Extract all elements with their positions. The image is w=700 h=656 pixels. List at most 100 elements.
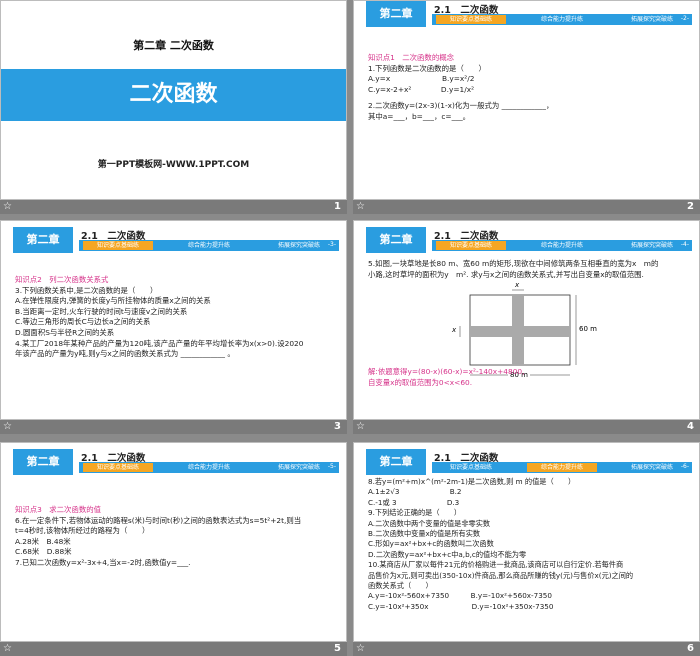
tab-bar: 知识要点基础练 综合能力提升练 拓展探究突破练: [79, 240, 339, 251]
option-line: A.28米 B.48米: [15, 536, 71, 546]
tab-extension[interactable]: 拓展探究突破练: [264, 463, 334, 472]
star-icon: ☆: [3, 643, 12, 654]
knowledge-heading: 知识点3 求二次函数的值: [15, 505, 102, 514]
question-line: 10.某商店从厂家以每件21元的价格购进一批商品,该商店可以自行定价.若每件商: [368, 560, 624, 570]
chapter-title: 第二章 二次函数: [133, 39, 214, 52]
slide-6[interactable]: 第二章 2.1 二次函数 知识要点基础练 综合能力提升练 拓展探究突破练 -6-…: [353, 442, 700, 642]
slide-header: 第二章 2.1 二次函数 知识要点基础练 综合能力提升练 拓展探究突破练 -5-: [1, 449, 346, 475]
option-line: A.y=x B.y=x²/2: [368, 74, 475, 84]
tab-extension[interactable]: 拓展探究突破练: [617, 15, 687, 24]
question-line: 其中a=___，b=___，c=___。: [368, 111, 471, 121]
slide-number: 3: [334, 421, 341, 432]
slide-content: 5.如图,一块草地是长80 m、宽60 m的矩形,现欲在中间修筑两条互相垂直的宽…: [368, 259, 689, 280]
star-icon: ☆: [356, 643, 365, 654]
option-line: D.二次函数y=ax²+bx+c中a,b,c的值均不能为零: [368, 549, 527, 559]
slide-3[interactable]: 第二章 2.1 二次函数 知识要点基础练 综合能力提升练 拓展探究突破练 -3-…: [0, 220, 347, 420]
slide-number: 2: [687, 201, 694, 212]
option-line: C.y=-10x²+350x D.y=-10x²+350x-7350: [368, 601, 554, 611]
question-line: 年该产品的产量为y吨,则y与x之间的函数关系式为 ____________ 。: [15, 349, 235, 359]
label-x-left: x: [452, 326, 457, 334]
slide-2[interactable]: 第二章 2.1 二次函数 知识要点基础练 综合能力提升练 拓展探究突破练 -2-…: [353, 0, 700, 200]
page-number: -6-: [680, 463, 689, 470]
option-line: B.当距离一定时,火车行驶的时间t与速度v之间的关系: [15, 306, 188, 316]
option-line: C.形如y=ax²+bx+c的函数叫二次函数: [368, 539, 494, 549]
tab-comprehensive[interactable]: 综合能力提升练: [174, 463, 244, 472]
label-x-top: x: [515, 281, 520, 289]
tab-bar: 知识要点基础练 综合能力提升练 拓展探究突破练: [432, 240, 692, 251]
tab-bar: 知识要点基础练 综合能力提升练 拓展探究突破练: [79, 462, 339, 473]
option-line: C.y=x-2+x² D.y=1/x²: [368, 84, 475, 94]
option-line: A.y=-10x²-560x+7350 B.y=-10x²+560x-7350: [368, 591, 552, 601]
option-line: C.-1或 3 D.3: [368, 497, 460, 507]
slide-3-bar: ☆ 3: [0, 420, 347, 434]
chapter-badge: 第二章: [366, 1, 426, 27]
slide-content: 8.若y=(m²+m)x^(m²-2m-1)是二次函数,则 m 的值是（ ） A…: [368, 477, 689, 612]
question-line: 5.如图,一块草地是长80 m、宽60 m的矩形,现欲在中间修筑两条互相垂直的宽…: [368, 259, 659, 268]
slide-6-bar: ☆ 6: [353, 642, 700, 656]
option-line: A.二次函数中两个变量的值是非零实数: [368, 518, 491, 528]
tab-basic[interactable]: 知识要点基础练: [83, 241, 153, 250]
slide-4[interactable]: 第二章 2.1 二次函数 知识要点基础练 综合能力提升练 拓展探究突破练 -4-…: [353, 220, 700, 420]
slide-header: 第二章 2.1 二次函数 知识要点基础练 综合能力提升练 拓展探究突破练 -2-: [354, 1, 699, 27]
tab-comprehensive[interactable]: 综合能力提升练: [527, 241, 597, 250]
footer-text: 第一PPT模板网-WWW.1PPT.COM: [97, 160, 250, 170]
answer-line: 解:依题意得y=(80-x)(60-x)=x²-140x+4800,: [368, 367, 525, 376]
slide-content: 知识点3 求二次函数的值 6.在一定条件下,若物体运动的路程s(米)与时间t(秒…: [15, 505, 336, 569]
page-number: -3-: [327, 241, 336, 248]
question-line: 函数关系式（ ）: [368, 581, 433, 591]
option-line: C.等边三角形的周长C与边长a之间的关系: [15, 317, 151, 327]
option-line: A.1±2√3 B.2: [368, 487, 462, 497]
tab-extension[interactable]: 拓展探究突破练: [617, 241, 687, 250]
slide-5-bar: ☆ 5: [0, 642, 347, 656]
tab-extension[interactable]: 拓展探究突破练: [264, 241, 334, 250]
question-line: 6.在一定条件下,若物体运动的路程s(米)与时间t(秒)之间的函数表达式为s=5…: [15, 515, 302, 525]
slide-5[interactable]: 第二章 2.1 二次函数 知识要点基础练 综合能力提升练 拓展探究突破练 -5-…: [0, 442, 347, 642]
option-line: D.圆面积S与半径R之间的关系: [15, 327, 115, 337]
question-line: 品售价为x元,则可卖出(350-10x)件商品,那么商品所赚的钱y(元)与售价x…: [368, 570, 634, 580]
star-icon: ☆: [356, 201, 365, 212]
chapter-badge: 第二章: [366, 227, 426, 253]
slide-2-bar: ☆ 2: [353, 200, 700, 214]
option-line: B.二次函数中变量x的值是所有实数: [368, 529, 481, 539]
chapter-badge: 第二章: [13, 227, 73, 253]
option-line: A.在弹性限度内,弹簧的长度y与所挂物体的质量x之间的关系: [15, 296, 211, 306]
question-line: 1.下列函数是二次函数的是（ ）: [368, 63, 486, 73]
slide-number: 4: [687, 421, 694, 432]
tab-comprehensive[interactable]: 综合能力提升练: [174, 241, 244, 250]
slide-title: 二次函数: [129, 82, 218, 107]
star-icon: ☆: [3, 201, 12, 212]
tab-comprehensive[interactable]: 综合能力提升练: [527, 15, 597, 24]
slide-header: 第二章 2.1 二次函数 知识要点基础练 综合能力提升练 拓展探究突破练 -3-: [1, 227, 346, 253]
slide-1-bar: ☆ 1: [0, 200, 347, 214]
question-line: 9.下列结论正确的是（ ）: [368, 508, 462, 518]
tab-basic[interactable]: 知识要点基础练: [436, 463, 506, 472]
answer-line: 自变量x的取值范围为0<x<60.: [368, 377, 473, 387]
tab-basic[interactable]: 知识要点基础练: [83, 463, 153, 472]
question-line: 3.下列函数关系中,是二次函数的是（ ）: [15, 285, 158, 295]
tab-bar: 知识要点基础练 综合能力提升练 拓展探究突破练: [432, 462, 692, 473]
label-height: 60 m: [579, 325, 597, 333]
slide-number: 1: [334, 201, 341, 212]
question-line: t=4秒时,该物体所经过的路程为（ ）: [15, 526, 150, 536]
slide-content: 知识点2 列二次函数关系式 3.下列函数关系中,是二次函数的是（ ） A.在弹性…: [15, 275, 336, 360]
page-number: -4-: [680, 241, 689, 248]
star-icon: ☆: [3, 421, 12, 432]
tab-comprehensive[interactable]: 综合能力提升练: [527, 463, 597, 472]
question-line: 7.已知二次函数y=x²-3x+4,当x=-2时,函数值y=___.: [15, 557, 191, 567]
slide-header: 第二章 2.1 二次函数 知识要点基础练 综合能力提升练 拓展探究突破练 -6-: [354, 449, 699, 475]
chapter-badge: 第二章: [13, 449, 73, 475]
tab-basic[interactable]: 知识要点基础练: [436, 15, 506, 24]
knowledge-heading: 知识点1 二次函数的概念: [368, 53, 455, 62]
star-icon: ☆: [356, 421, 365, 432]
question-line: 小路,这时草坪的面积为y m². 求y与x之间的函数关系式,并写出自变量x的取值…: [368, 269, 644, 279]
chapter-badge: 第二章: [366, 449, 426, 475]
option-line: C.68米 D.88米: [15, 547, 72, 557]
slide-number: 5: [334, 643, 341, 654]
slide-number: 6: [687, 643, 694, 654]
question-line: 8.若y=(m²+m)x^(m²-2m-1)是二次函数,则 m 的值是（ ）: [368, 477, 576, 486]
tab-basic[interactable]: 知识要点基础练: [436, 241, 506, 250]
title-band: 二次函数: [1, 69, 346, 121]
slide-1[interactable]: 第二章 二次函数 二次函数 第一PPT模板网-WWW.1PPT.COM: [0, 0, 347, 200]
question-line: 4.某工厂2018年某种产品的产量为120吨,该产品产量的年平均增长率为x(x>…: [15, 338, 304, 348]
tab-extension[interactable]: 拓展探究突破练: [617, 463, 687, 472]
